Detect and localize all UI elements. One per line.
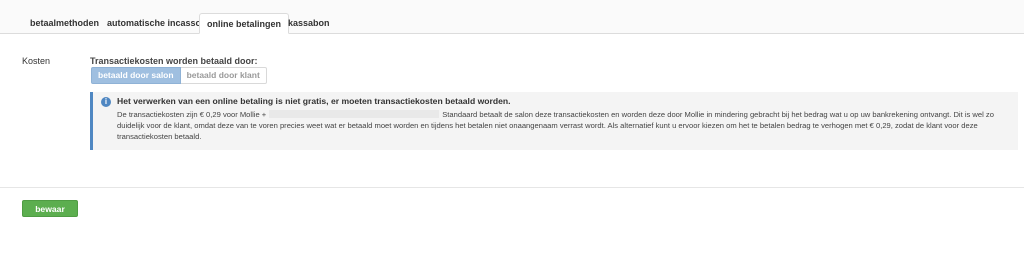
info-box: i Het verwerken van een online betaling … bbox=[90, 92, 1018, 150]
tab-betaalmethoden[interactable]: betaalmethoden bbox=[23, 13, 106, 33]
settings-page: betaalmethoden automatische incasso onli… bbox=[0, 0, 1024, 265]
info-body-part1: De transactiekosten zijn € 0,29 voor Mol… bbox=[117, 110, 267, 119]
tab-kassabon[interactable]: kassabon bbox=[281, 13, 337, 33]
payer-toggle-group: betaald door salon betaald door klant bbox=[91, 67, 267, 84]
tab-bar: betaalmethoden automatische incasso onli… bbox=[0, 0, 1024, 34]
kosten-label: Kosten bbox=[22, 56, 51, 66]
field-title: Transactiekosten worden betaald door: bbox=[90, 56, 258, 66]
redacted-block bbox=[269, 110, 440, 118]
tab-online-betalingen[interactable]: online betalingen bbox=[199, 13, 290, 34]
option-betaald-door-salon[interactable]: betaald door salon bbox=[91, 67, 181, 84]
info-body: De transactiekosten zijn € 0,29 voor Mol… bbox=[117, 109, 1017, 142]
settings-content: Kosten Transactiekosten worden betaald d… bbox=[0, 34, 1024, 188]
tab-automatische-incasso[interactable]: automatische incasso bbox=[100, 13, 208, 33]
info-title: Het verwerken van een online betaling is… bbox=[117, 96, 511, 106]
info-icon: i bbox=[101, 97, 111, 107]
save-button[interactable]: bewaar bbox=[22, 200, 78, 217]
option-betaald-door-klant[interactable]: betaald door klant bbox=[180, 67, 267, 84]
